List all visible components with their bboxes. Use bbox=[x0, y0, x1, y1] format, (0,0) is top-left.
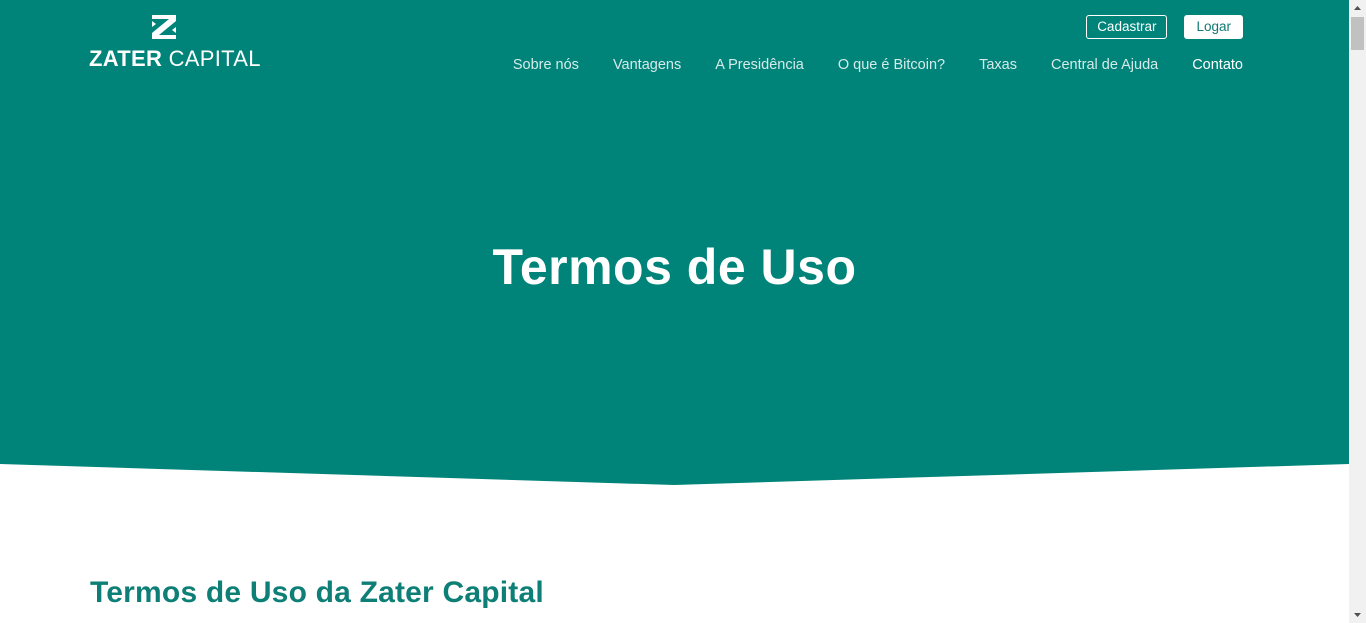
nav-item-sobre-nos[interactable]: Sobre nós bbox=[513, 56, 579, 74]
page: ZATER CAPITAL Cadastrar Logar Sobre nós … bbox=[0, 0, 1349, 623]
section-title: Termos de Uso da Zater Capital bbox=[90, 576, 544, 609]
scroll-up-arrow-icon[interactable] bbox=[1349, 0, 1366, 17]
hero-banner: ZATER CAPITAL Cadastrar Logar Sobre nós … bbox=[0, 0, 1349, 486]
nav-item-taxas[interactable]: Taxas bbox=[979, 56, 1017, 74]
logo-name-bold: ZATER bbox=[89, 46, 163, 71]
page-title: Termos de Uso bbox=[492, 239, 857, 295]
nav-item-bitcoin[interactable]: O que é Bitcoin? bbox=[838, 56, 945, 74]
logo-wordmark: ZATER CAPITAL bbox=[89, 47, 261, 71]
auth-buttons: Cadastrar Logar bbox=[1086, 15, 1243, 39]
scroll-down-arrow-icon[interactable] bbox=[1349, 606, 1366, 623]
vertical-scrollbar[interactable] bbox=[1349, 0, 1366, 623]
nav-item-vantagens[interactable]: Vantagens bbox=[613, 56, 681, 74]
login-button[interactable]: Logar bbox=[1184, 15, 1243, 39]
z-logo-icon bbox=[152, 15, 176, 39]
nav-item-central-ajuda[interactable]: Central de Ajuda bbox=[1051, 56, 1158, 74]
nav-item-presidencia[interactable]: A Presidência bbox=[715, 56, 804, 74]
scrollbar-thumb[interactable] bbox=[1351, 17, 1364, 50]
site-logo[interactable]: ZATER CAPITAL bbox=[89, 14, 260, 71]
logo-name-light: CAPITAL bbox=[162, 46, 261, 71]
main-nav: Sobre nós Vantagens A Presidência O que … bbox=[513, 56, 1243, 74]
nav-item-contato[interactable]: Contato bbox=[1192, 56, 1243, 74]
register-button[interactable]: Cadastrar bbox=[1086, 15, 1168, 39]
